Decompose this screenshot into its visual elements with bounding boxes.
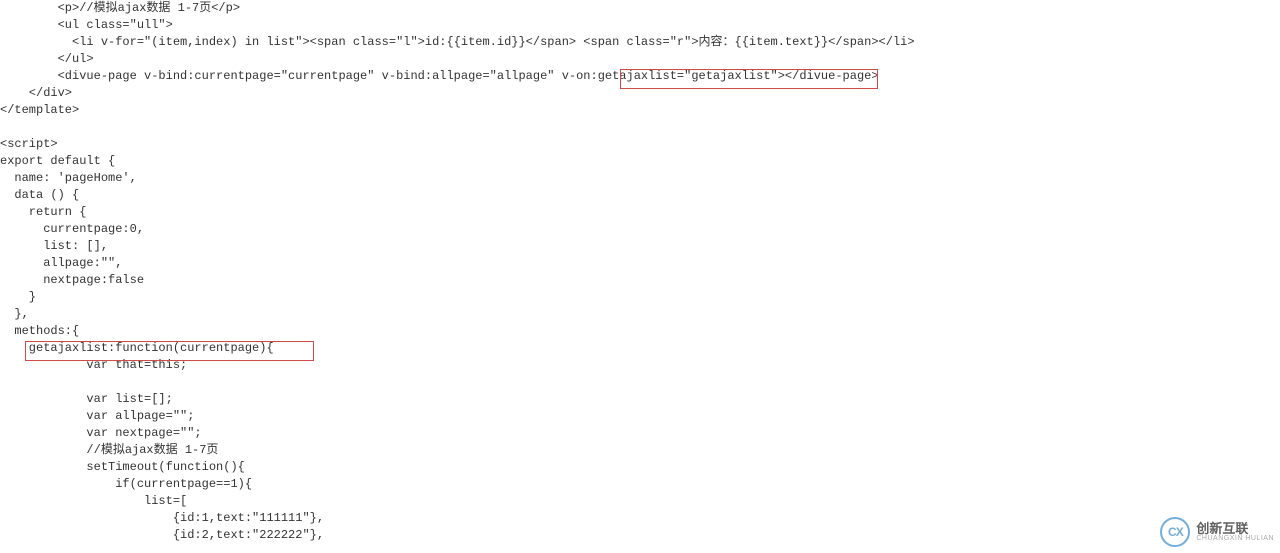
code-line: name: 'pageHome', [0,171,137,185]
watermark-logo-text: CX [1168,524,1183,541]
code-line: nextpage:false [0,273,144,287]
code-line: //模拟ajax数据 1-7页 [0,443,218,457]
code-line: getajaxlist:function(currentpage){ [0,341,274,355]
code-line: currentpage:0, [0,222,144,236]
code-line: allpage:"", [0,256,122,270]
code-line: </ul> [0,52,94,66]
code-line: {id:2,text:"222222"}, [0,528,324,542]
code-line: </div> [0,86,72,100]
code-line: <script> [0,137,58,151]
code-line: </template> [0,103,79,117]
code-line: methods:{ [0,324,79,338]
code-line: var list=[]; [0,392,173,406]
code-line: if(currentpage==1){ [0,477,252,491]
code-line: data () { [0,188,79,202]
watermark-sub: CHUANGXIN HULIAN [1196,535,1274,542]
code-line: list=[ [0,494,187,508]
code-line: return { [0,205,86,219]
code-line: <divue-page v-bind:currentpage="currentp… [0,69,879,83]
watermark-text: 创新互联 CHUANGXIN HULIAN [1196,522,1274,542]
code-line: } [0,290,36,304]
watermark-title: 创新互联 [1196,522,1274,535]
code-line: <ul class="ull"> [0,18,173,32]
code-line: var nextpage=""; [0,426,202,440]
code-line: export default { [0,154,115,168]
code-line: var that=this; [0,358,187,372]
code-line: setTimeout(function(){ [0,460,245,474]
code-line: list: [], [0,239,108,253]
code-line: <p>//模拟ajax数据 1-7页</p> [0,1,240,15]
code-line: {id:1,text:"111111"}, [0,511,324,525]
code-line: }, [0,307,29,321]
code-line: <li v-for="(item,index) in list"><span c… [0,35,915,49]
watermark: CX 创新互联 CHUANGXIN HULIAN [1160,517,1274,547]
code-line: var allpage=""; [0,409,194,423]
watermark-logo-icon: CX [1160,517,1190,547]
code-block: <p>//模拟ajax数据 1-7页</p> <ul class="ull"> … [0,0,1280,544]
